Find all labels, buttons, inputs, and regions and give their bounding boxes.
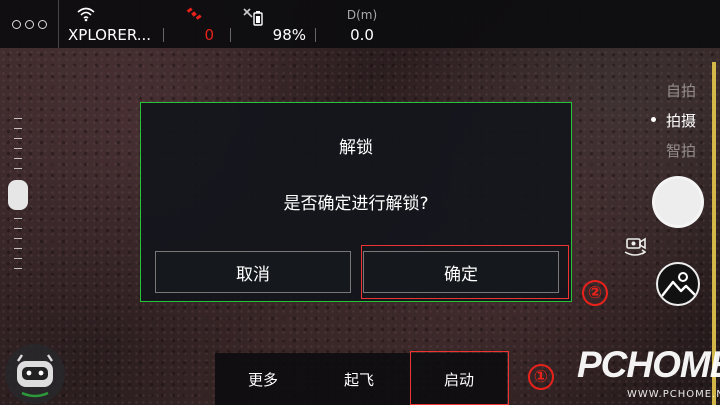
mode-selfie[interactable]: 自拍 [666, 80, 696, 101]
watermark-sub: WWW.PCHOME.NET [627, 389, 720, 400]
dialog-message: 是否确定进行解锁? [283, 194, 429, 214]
robot-avatar-icon[interactable] [4, 343, 66, 405]
cancel-button[interactable]: 取消 [155, 251, 351, 293]
mode-list: 自拍 拍摄 智拍 [650, 80, 696, 170]
battery-icon [238, 6, 310, 26]
battery-status: 98% [238, 0, 310, 48]
camera-screen: XPLORER... 0 98% D(m) 0.0 自拍 拍摄 智拍 解锁 是否… [0, 0, 720, 405]
confirm-highlight-box [361, 245, 569, 299]
divider [315, 28, 316, 42]
wifi-ssid: XPLORER... [68, 26, 152, 44]
watermark-main: PCHOME [577, 344, 720, 385]
distance-status: D(m) 0.0 [330, 0, 394, 48]
divider [230, 28, 231, 42]
gallery-icon[interactable] [656, 262, 700, 306]
top-status-bar: XPLORER... 0 98% D(m) 0.0 [0, 0, 720, 48]
satellite-status: 0 [170, 0, 218, 48]
gimbal-slider[interactable] [8, 118, 28, 278]
more-button[interactable]: 更多 [215, 353, 311, 405]
dialog-title: 解锁 [339, 138, 373, 158]
mode-shoot[interactable]: 拍摄 [650, 110, 696, 131]
divider [163, 28, 164, 42]
takeoff-button[interactable]: 起飞 [311, 353, 407, 405]
satellite-count: 0 [204, 26, 214, 44]
wifi-icon [62, 6, 162, 22]
step-2-marker: ② [582, 280, 608, 306]
start-highlight-box [410, 351, 509, 405]
step-1-marker: ① [528, 364, 554, 390]
watermark-logo: PCHOME WWW.PCHOME.NET [577, 344, 720, 405]
distance-value: 0.0 [350, 26, 374, 44]
mode-smart-shoot[interactable]: 智拍 [666, 140, 696, 161]
distance-label: D(m) [346, 8, 378, 22]
wifi-status: XPLORER... [62, 0, 162, 48]
unlock-dialog: 解锁 是否确定进行解锁? 取消 确定 [140, 102, 572, 302]
battery-percent: 98% [272, 26, 306, 44]
satellite-icon [170, 6, 218, 22]
shutter-button[interactable] [652, 176, 704, 228]
camera-switch-icon[interactable] [620, 230, 650, 260]
menu-icon[interactable] [0, 0, 59, 48]
slider-knob[interactable] [8, 180, 28, 210]
